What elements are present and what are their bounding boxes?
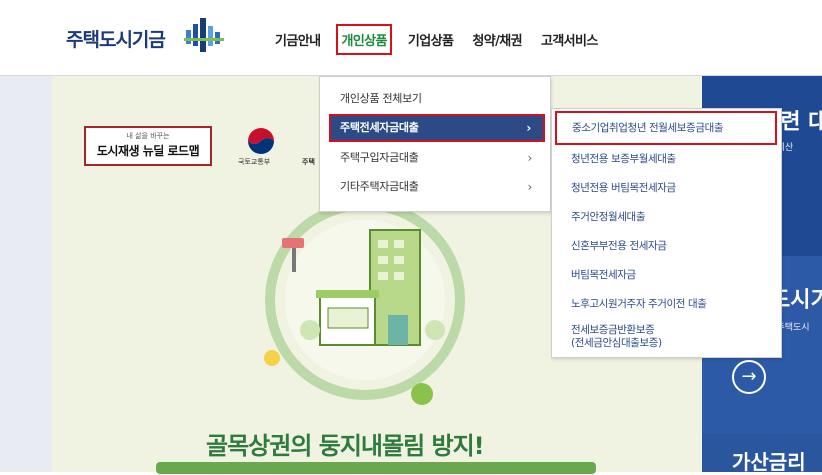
nav-customer-service[interactable]: 고객서비스	[538, 24, 601, 55]
nav-fund-info[interactable]: 기금안내	[272, 24, 323, 55]
jeonse-loan-submenu: 중소기업취업청년 전월세보증금대출 청년전용 보증부월세대출 청년전용 버팀목전…	[551, 108, 782, 358]
badge-main-text: 도시재생 뉴딜 로드맵	[96, 144, 200, 158]
submenu-item-sme-youth-loan[interactable]: 중소기업취업청년 전월세보증금대출	[555, 111, 777, 145]
building-illustration	[264, 200, 465, 405]
arrow-right-icon[interactable]: →	[732, 360, 766, 394]
submenu-item-gosiwon-relocation[interactable]: 노후고시원거주자 주거이전 대출	[571, 296, 707, 311]
chevron-right-icon: ›	[527, 180, 533, 194]
dropdown-item-jeonse-loan[interactable]: 주택전세자금대출 ›	[329, 114, 545, 142]
submenu-item-youth-monthly-rent[interactable]: 청년전용 보증부월세대출	[571, 151, 676, 166]
banner-title: 골목상권의 둥지내몰림 방지!	[206, 432, 485, 460]
personal-products-dropdown: 개인상품 전체보기 주택전세자금대출 › 주택구입자금대출 › 기타주택자금대출…	[319, 76, 551, 212]
banner-subtitle-bar	[156, 462, 596, 474]
submenu-item-line2: (전세금안심대출보증)	[571, 337, 662, 349]
main-nav: 기금안내 개인상품 기업상품 청약/채권 고객서비스	[272, 22, 614, 56]
dropdown-item-purchase-loan[interactable]: 주택구입자금대출 ›	[320, 144, 550, 172]
ministry-name-partial: 주택	[302, 158, 315, 166]
submenu-item-line1: 전세보증금반환보증	[571, 324, 655, 336]
dropdown-item-label: 주택전세자금대출	[340, 121, 419, 134]
badge-small-text: 내 삶을 바꾸는	[126, 132, 170, 140]
submenu-item-housing-stability[interactable]: 주거안정월세대출	[571, 209, 645, 224]
dropdown-item-label: 기타주택자금대출	[340, 180, 419, 193]
roadmap-badge: 내 삶을 바꾸는 도시재생 뉴딜 로드맵	[84, 126, 212, 166]
submenu-item-newlywed-jeonse[interactable]: 신혼부부전용 전세자금	[571, 238, 667, 253]
dropdown-item-other-loan[interactable]: 기타주택자금대출 ›	[320, 173, 550, 201]
nav-corporate-products[interactable]: 기업상품	[405, 24, 456, 55]
submenu-item-deposit-return-guarantee[interactable]: 전세보증금반환보증 (전세금안심대출보증)	[571, 324, 662, 350]
submenu-item-youth-beotimmok[interactable]: 청년전용 버팀목전세자금	[571, 180, 676, 195]
logo-icon[interactable]	[184, 18, 228, 54]
dropdown-item-all[interactable]: 개인상품 전체보기	[320, 85, 550, 113]
chevron-right-icon: ›	[526, 121, 531, 135]
promo-title-3[interactable]: 가산금리	[732, 446, 806, 475]
ministry-name: 국토교통부	[238, 158, 271, 166]
logo-text[interactable]: 주택도시기금	[66, 25, 166, 52]
dropdown-item-label: 주택구입자금대출	[340, 151, 419, 164]
chevron-right-icon: ›	[527, 151, 533, 165]
ministry-emblem-icon	[248, 128, 274, 154]
site-header: 주택도시기금 기금안내 개인상품 기업상품 청약/채권 고객서비스	[0, 0, 822, 76]
dropdown-item-label: 개인상품 전체보기	[340, 92, 422, 105]
nav-personal-products[interactable]: 개인상품	[336, 23, 392, 55]
submenu-item-beotimmok-jeonse[interactable]: 버팀목전세자금	[571, 267, 636, 282]
nav-subscription-bonds[interactable]: 청약/채권	[469, 24, 525, 55]
